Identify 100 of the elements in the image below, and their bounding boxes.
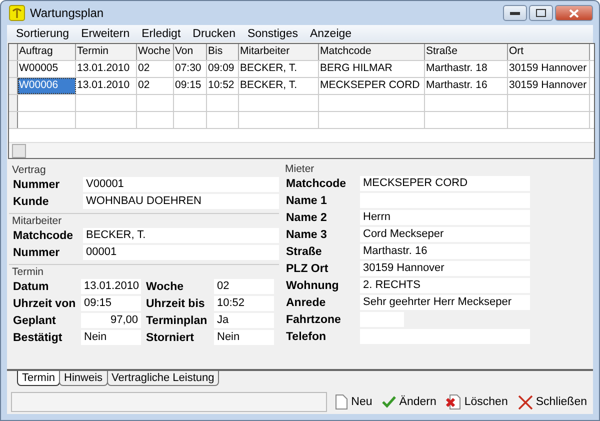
tab[interactable]: Termin <box>17 371 60 386</box>
table-cell: BERG HILMAR <box>319 61 425 77</box>
menu-item[interactable]: Erledigt <box>136 28 187 40</box>
toolbar-button[interactable]: Löschen <box>444 394 510 410</box>
column-header[interactable]: Straße <box>425 44 508 60</box>
field-value[interactable]: Sehr geehrter Herr Meckseper <box>360 295 530 310</box>
table-cell: 09:15 <box>174 78 207 94</box>
field-value[interactable]: 97,00 <box>81 313 141 328</box>
table-cell: 10:52 <box>207 78 239 94</box>
section-title: Mitarbeiter <box>12 215 63 227</box>
table-cell: 07:30 <box>174 61 207 77</box>
field-label: Kunde <box>13 196 50 208</box>
table-cell: Marthastr. 18 <box>425 61 508 77</box>
app-logo-icon <box>9 5 25 21</box>
field-value[interactable]: Marthastr. 16 <box>360 244 530 259</box>
menu-item[interactable]: Anzeige <box>304 28 358 40</box>
field-value[interactable]: 13.01.2010 <box>81 279 141 294</box>
table-cell: Marthastr. 16 <box>425 78 508 94</box>
field-label: Name 3 <box>286 228 328 240</box>
field-value[interactable]: 02 <box>214 279 274 294</box>
column-header[interactable]: Matchcode <box>319 44 425 60</box>
field-value[interactable]: 30159 Hannover <box>360 261 530 276</box>
table-cell: 13.01.2010 <box>76 61 137 77</box>
minimize-icon <box>510 12 520 14</box>
table-cell: 09:09 <box>207 61 239 77</box>
column-header[interactable]: Ort <box>508 44 590 60</box>
field-label: Uhrzeit von <box>13 298 77 310</box>
field-label: Nummer <box>13 178 61 190</box>
close-icon <box>569 8 579 18</box>
field-label: Terminplan <box>146 314 208 326</box>
menu-item[interactable]: Erweitern <box>75 28 136 40</box>
table-cell: 13.01.2010 <box>76 78 137 94</box>
row-header[interactable] <box>9 61 18 77</box>
field-label: Wohnung <box>286 280 340 292</box>
section-title: Termin <box>12 266 45 278</box>
column-header[interactable]: Mitarbeiter <box>239 44 319 60</box>
field-label: Geplant <box>13 314 57 326</box>
column-header[interactable]: Woche <box>137 44 174 60</box>
table-cell: W00006 <box>18 78 76 94</box>
maximize-icon <box>536 9 546 17</box>
section-title: Mieter <box>285 163 316 175</box>
menu-item[interactable]: Sortierung <box>10 28 76 40</box>
column-header[interactable]: Bis <box>207 44 239 60</box>
field-value[interactable]: 09:15 <box>81 296 141 311</box>
field-value[interactable]: MECKSEPER CORD <box>360 176 530 191</box>
row-header[interactable] <box>9 112 18 128</box>
field-value[interactable]: WOHNBAU DOEHREN <box>83 194 279 209</box>
close-button[interactable] <box>555 5 593 21</box>
delete-icon <box>446 394 462 410</box>
maximize-button[interactable] <box>529 5 553 21</box>
field-value[interactable]: Ja <box>214 313 274 328</box>
field-value[interactable]: Herrn <box>360 210 530 225</box>
field-label: PLZ Ort <box>286 262 330 274</box>
field-label: Datum <box>13 280 50 292</box>
field-value[interactable]: 2. RECHTS <box>360 278 530 293</box>
table-cell: 30159 Hannover <box>508 78 590 94</box>
field-value[interactable]: Nein <box>81 330 141 345</box>
field-label: Woche <box>146 280 184 292</box>
table-cell: 02 <box>137 78 174 94</box>
tab[interactable]: Vertragliche Leistung <box>106 371 220 386</box>
field-label: Straße <box>286 246 323 258</box>
field-value[interactable]: BECKER, T. <box>83 228 279 243</box>
minimize-button[interactable] <box>503 5 527 21</box>
field-label: Name 1 <box>286 194 328 206</box>
menu-item[interactable]: Drucken <box>186 28 242 40</box>
field-label: Uhrzeit bis <box>146 298 206 310</box>
row-header[interactable] <box>9 78 18 94</box>
field-label: Bestätigt <box>13 332 64 344</box>
window-title: Wartungsplan <box>30 6 104 20</box>
column-header[interactable]: Termin <box>76 44 137 60</box>
toolbar-button[interactable]: Neu <box>333 394 374 410</box>
field-label: Telefon <box>286 330 328 342</box>
field-value[interactable]: Nein <box>214 330 274 345</box>
toolbar-button[interactable]: Ändern <box>380 396 438 408</box>
field-label: Matchcode <box>286 178 348 190</box>
table-cell: 30159 Hannover <box>508 61 590 77</box>
section-title: Vertrag <box>12 164 47 176</box>
field-value[interactable]: 00001 <box>83 245 279 260</box>
field-label: Storniert <box>146 332 195 344</box>
table-cell: BECKER, T. <box>239 61 319 77</box>
field-label: Anrede <box>286 296 327 308</box>
table-cell: W00005 <box>18 61 76 77</box>
row-header[interactable] <box>9 95 18 111</box>
tab[interactable]: Hinweis <box>59 371 108 386</box>
field-value[interactable]: V00001 <box>83 177 279 192</box>
column-header[interactable]: Von <box>174 44 207 60</box>
table-cell: BECKER, T. <box>239 78 319 94</box>
column-header[interactable]: Auftrag <box>18 44 76 60</box>
field-value[interactable]: Cord Meckseper <box>360 227 530 242</box>
field-label: Matchcode <box>13 230 74 242</box>
toolbar-button[interactable]: Schließen <box>516 394 589 410</box>
menu-item[interactable]: Sonstiges <box>241 28 304 40</box>
field-label: Name 2 <box>286 212 328 224</box>
field-value[interactable]: 10:52 <box>214 296 274 311</box>
horizontal-scrollbar[interactable] <box>9 142 594 158</box>
table-cell: MECKSEPER CORD <box>319 78 425 94</box>
field-label: Fahrtzone <box>286 314 342 326</box>
document-icon <box>335 394 348 410</box>
checkmark-icon <box>382 396 396 408</box>
field-label: Nummer <box>13 246 61 258</box>
